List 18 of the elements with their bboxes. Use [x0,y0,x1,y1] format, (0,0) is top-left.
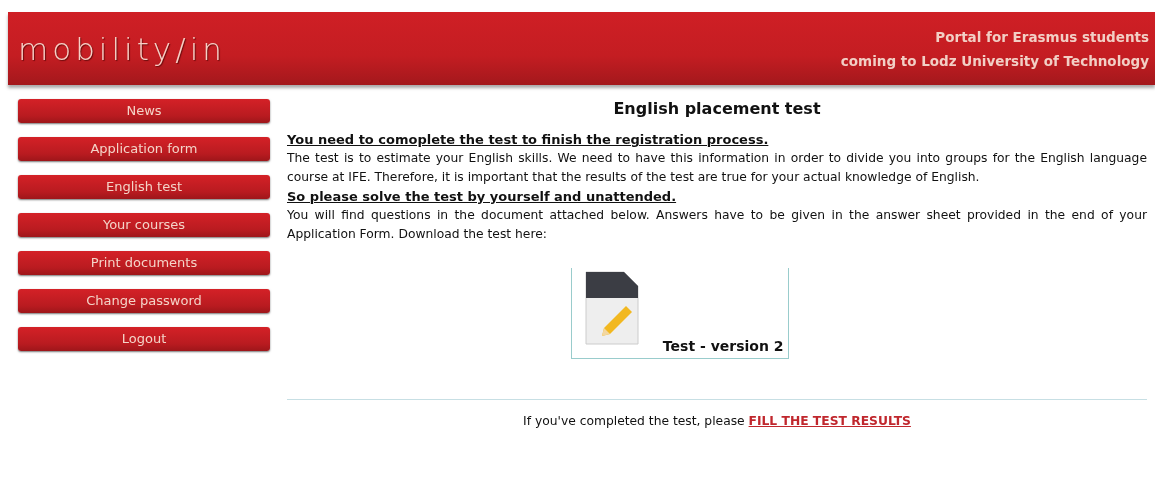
nav-button[interactable]: English test [18,175,270,199]
paragraph: You will find questions in the document attached below. Answers have to be given in the answer sheet provided in the end of your Application Form. Download the test here: [287,207,1147,243]
notice-heading: So please solve the test by yourself and unattended. [287,188,678,206]
nav-button[interactable]: Your courses [18,213,270,237]
nav-button[interactable]: Logout [18,327,270,351]
footer-text: If you've completed the test, please FILL THE TEST RESULTS [522,414,912,428]
site-logo[interactable]: mobility/in [8,30,226,67]
nav-button[interactable]: Print documents [18,251,270,275]
paragraph: The test is to estimate your English skills. We need to have this information in order to divide you into groups for the English language course at IFE. Therefore, it is important that the results of the test are true for your actual knowledge of English. [287,150,1147,186]
download-link[interactable]: Test - version 2 [570,268,789,359]
notice-heading: You need to comoplete the test to finish the registration process. [287,131,770,149]
page-title: English placement test [612,99,822,118]
nav-button[interactable]: News [18,99,270,123]
results-link[interactable]: FILL THE TEST RESULTS [748,414,911,428]
nav-button[interactable]: Change password [18,289,270,313]
nav-button[interactable]: Application form [18,137,270,161]
tagline: coming to Lodz University of Technology [840,51,1149,71]
tagline: Portal for Erasmus students [934,27,1149,47]
